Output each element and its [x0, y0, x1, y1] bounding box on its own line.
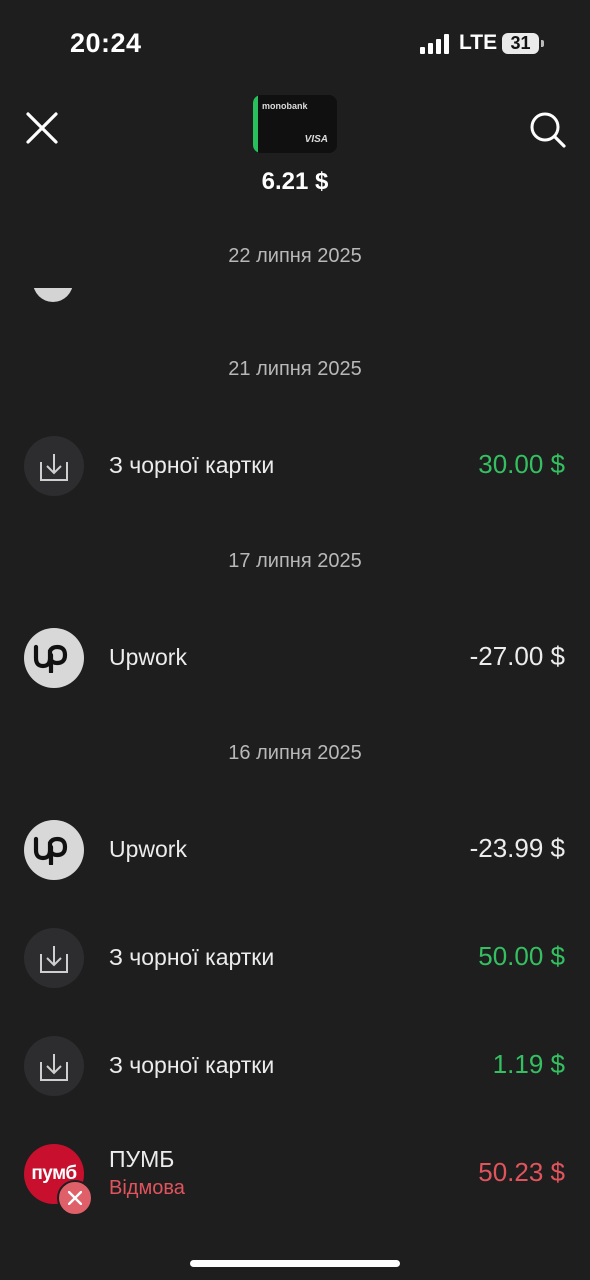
transaction-title: Upwork [109, 644, 187, 670]
status-bar: 20:24 LTE 31 [0, 0, 590, 90]
date-header: 17 липня 2025 [228, 550, 362, 572]
date-header: 21 липня 2025 [228, 358, 362, 380]
transaction-row[interactable]: пумб ПУМБ Відмова 50.23 $ [0, 1134, 590, 1216]
transaction-row[interactable]: З чорної картки 1.19 $ [0, 1026, 590, 1106]
download-icon [24, 436, 84, 496]
transaction-title: З чорної картки [109, 944, 275, 970]
upwork-logo [24, 820, 84, 880]
transaction-row[interactable]: Upwork -23.99 $ [0, 810, 590, 890]
cellular-signal-icon [420, 34, 452, 54]
transaction-title: З чорної картки [109, 452, 275, 478]
account-header: monobank VISA 6.21 $ [0, 90, 590, 210]
home-indicator[interactable] [190, 1260, 400, 1267]
transaction-title: Upwork [109, 836, 187, 862]
transaction-row[interactable]: З чорної картки 50.00 $ [0, 918, 590, 998]
download-icon [24, 1036, 84, 1096]
transaction-amount: 30.00 $ [478, 449, 565, 479]
partial-transaction-avatar [33, 288, 73, 302]
close-button[interactable] [22, 108, 62, 148]
status-time: 20:24 [70, 28, 142, 58]
close-icon [26, 112, 58, 144]
card-accent-stripe [253, 95, 258, 153]
visa-logo: VISA [304, 134, 328, 145]
transaction-row[interactable]: Upwork -27.00 $ [0, 618, 590, 698]
transaction-amount: -27.00 $ [469, 641, 565, 671]
transaction-amount: -23.99 $ [469, 833, 565, 863]
search-icon [530, 112, 566, 148]
transaction-amount: 50.00 $ [478, 941, 565, 971]
transaction-row[interactable]: З чорної картки 30.00 $ [0, 426, 590, 506]
card-brand: monobank [262, 101, 308, 111]
transaction-amount: 1.19 $ [492, 1049, 565, 1079]
network-type: LTE [459, 31, 498, 54]
date-header: 16 липня 2025 [228, 742, 362, 764]
transaction-title: ПУМБ [109, 1146, 175, 1172]
transaction-amount: 50.23 $ [478, 1157, 565, 1187]
transaction-title: З чорної картки [109, 1052, 275, 1078]
declined-icon [57, 1180, 93, 1216]
upwork-logo [24, 628, 84, 688]
card-thumbnail[interactable]: monobank VISA [253, 95, 337, 153]
battery-icon: 31 [502, 33, 539, 54]
date-header: 22 липня 2025 [228, 245, 362, 267]
battery-tip [541, 40, 544, 47]
transaction-status: Відмова [109, 1177, 185, 1199]
download-icon [24, 928, 84, 988]
account-balance: 6.21 $ [261, 168, 329, 195]
search-button[interactable] [526, 108, 570, 152]
